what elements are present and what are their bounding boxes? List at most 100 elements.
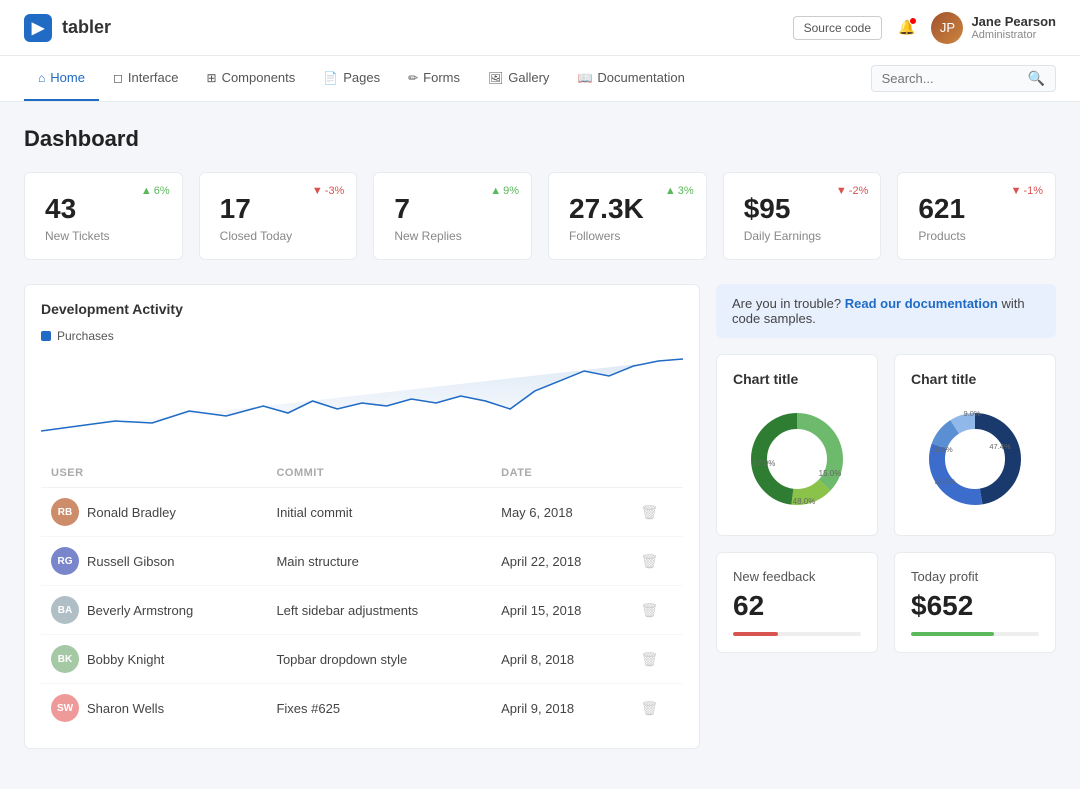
cell-user-1: RB Ronald Bradley bbox=[41, 488, 266, 537]
user-name-3: Beverly Armstrong bbox=[87, 603, 193, 618]
main-row: Development Activity Purchases bbox=[24, 284, 1056, 765]
stat-label-daily-earnings: Daily Earnings bbox=[744, 229, 861, 243]
delete-icon-2[interactable]: 🗑 bbox=[640, 553, 658, 569]
nav-label-pages: Pages bbox=[343, 70, 380, 85]
nav-left: ⌂ Home ◻Interface⊞Components 📄 Pages ✏Forms🖼G… bbox=[24, 56, 699, 101]
stat-card-daily-earnings: ▼ -2% $95 Daily Earnings bbox=[723, 172, 882, 260]
cell-user-5: SW Sharon Wells bbox=[41, 684, 266, 733]
stats-row: ▲ 6% 43 New Tickets ▼ -3% 17 Closed Toda… bbox=[24, 172, 1056, 260]
svg-text:47.4%: 47.4% bbox=[989, 442, 1011, 451]
cell-action-1: 🗑 bbox=[630, 488, 683, 537]
today-profit-progress-fill bbox=[911, 632, 994, 636]
col-user: USER bbox=[41, 459, 266, 488]
cell-date-5: April 9, 2018 bbox=[491, 684, 630, 733]
user-details: Jane Pearson Administrator bbox=[971, 14, 1056, 41]
user-cell-3: BA Beverly Armstrong bbox=[51, 596, 256, 624]
user-name-1: Ronald Bradley bbox=[87, 505, 176, 520]
avatar: JP bbox=[931, 12, 963, 44]
svg-text:37.0%: 37.0% bbox=[753, 459, 776, 468]
col-action bbox=[630, 459, 683, 488]
nav-icon-documentation: 📖 bbox=[577, 71, 592, 85]
nav-item-interface[interactable]: ◻Interface bbox=[99, 56, 193, 101]
stat-label-followers: Followers bbox=[569, 229, 686, 243]
cell-date-1: May 6, 2018 bbox=[491, 488, 630, 537]
page-title: Dashboard bbox=[24, 126, 1056, 152]
nav-label-gallery: Gallery bbox=[508, 70, 549, 85]
today-profit-card: Today profit $652 bbox=[894, 552, 1056, 653]
nav-item-home[interactable]: ⌂ Home bbox=[24, 56, 99, 101]
stat-arrow-products: ▼ bbox=[1011, 185, 1022, 197]
cell-user-4: BK Bobby Knight bbox=[41, 635, 266, 684]
delete-icon-4[interactable]: 🗑 bbox=[640, 651, 658, 667]
stat-badge-new-replies: ▲ 9% bbox=[490, 185, 519, 197]
nav-label-home: Home bbox=[50, 70, 85, 85]
stat-label-new-replies: New Replies bbox=[394, 229, 511, 243]
svg-text:9.0%: 9.0% bbox=[963, 409, 980, 418]
nav-item-documentation[interactable]: 📖 Documentation bbox=[563, 56, 698, 101]
chart-legend: Purchases bbox=[41, 329, 683, 343]
delete-icon-1[interactable]: 🗑 bbox=[640, 504, 658, 520]
stat-badge-products: ▼ -1% bbox=[1011, 185, 1043, 197]
col-commit: COMMIT bbox=[266, 459, 491, 488]
new-feedback-progress-bar bbox=[733, 632, 861, 636]
nav-label-documentation: Documentation bbox=[597, 70, 684, 85]
nav-icon-pages: 📄 bbox=[323, 71, 338, 85]
stat-label-products: Products bbox=[918, 229, 1035, 243]
stat-badge-closed-today: ▼ -3% bbox=[312, 185, 344, 197]
user-name: Jane Pearson bbox=[971, 14, 1056, 29]
search-input[interactable] bbox=[882, 71, 1022, 86]
legend-label: Purchases bbox=[57, 329, 114, 343]
table-row: BA Beverly Armstrong Left sidebar adjust… bbox=[41, 586, 683, 635]
legend-dot bbox=[41, 331, 51, 341]
user-avatar-4: BK bbox=[51, 645, 79, 673]
content: Dashboard ▲ 6% 43 New Tickets ▼ -3% 17 C… bbox=[0, 102, 1080, 789]
header-left: ▶ tabler bbox=[24, 14, 111, 42]
nav-label-components: Components bbox=[222, 70, 296, 85]
nav-item-components[interactable]: ⊞Components bbox=[193, 56, 310, 101]
stat-badge-value-products: -1% bbox=[1023, 185, 1043, 197]
stat-card-new-replies: ▲ 9% 7 New Replies bbox=[373, 172, 532, 260]
search-icon: 🔍 bbox=[1028, 70, 1045, 87]
source-code-button[interactable]: Source code bbox=[793, 16, 882, 40]
nav-icon-home: ⌂ bbox=[38, 71, 45, 85]
nav: ⌂ Home ◻Interface⊞Components 📄 Pages ✏Forms🖼G… bbox=[0, 56, 1080, 102]
user-name-4: Bobby Knight bbox=[87, 652, 164, 667]
stat-label-closed-today: Closed Today bbox=[220, 229, 337, 243]
stat-card-closed-today: ▼ -3% 17 Closed Today bbox=[199, 172, 358, 260]
nav-item-forms[interactable]: ✏Forms bbox=[394, 56, 474, 101]
table-row: RG Russell Gibson Main structure April 2… bbox=[41, 537, 683, 586]
delete-icon-5[interactable]: 🗑 bbox=[640, 700, 658, 716]
nav-item-gallery[interactable]: 🖼Gallery bbox=[474, 56, 563, 101]
cell-commit-3: Left sidebar adjustments bbox=[266, 586, 491, 635]
delete-icon-3[interactable]: 🗑 bbox=[640, 602, 658, 618]
logo-icon: ▶ bbox=[24, 14, 52, 42]
chart-left-title: Chart title bbox=[733, 371, 861, 387]
user-name-2: Russell Gibson bbox=[87, 554, 174, 569]
chart-card-left: Chart title 37.0% bbox=[716, 354, 878, 536]
nav-icon-forms: ✏ bbox=[408, 71, 418, 85]
today-profit-label: Today profit bbox=[911, 569, 1039, 584]
user-cell-4: BK Bobby Knight bbox=[51, 645, 256, 673]
nav-item-pages[interactable]: 📄 Pages bbox=[309, 56, 394, 101]
cell-date-4: April 8, 2018 bbox=[491, 635, 630, 684]
svg-text:48.0%: 48.0% bbox=[793, 497, 816, 506]
stat-number-daily-earnings: $95 bbox=[744, 193, 861, 225]
new-feedback-card: New feedback 62 bbox=[716, 552, 878, 653]
cell-commit-1: Initial commit bbox=[266, 488, 491, 537]
svg-text:10.5%: 10.5% bbox=[931, 445, 953, 454]
stat-number-closed-today: 17 bbox=[220, 193, 337, 225]
user-info[interactable]: JP Jane Pearson Administrator bbox=[931, 12, 1056, 44]
dev-activity-card: Development Activity Purchases bbox=[24, 284, 700, 749]
alert-link[interactable]: Read our documentation bbox=[845, 296, 998, 311]
cell-action-3: 🗑 bbox=[630, 586, 683, 635]
stat-badge-new-tickets: ▲ 6% bbox=[141, 185, 170, 197]
table-row: RB Ronald Bradley Initial commit May 6, … bbox=[41, 488, 683, 537]
cell-commit-5: Fixes #625 bbox=[266, 684, 491, 733]
activity-table: USER COMMIT DATE RB Ronald Bradley Initi… bbox=[41, 459, 683, 732]
notification-icon[interactable]: 🔔 bbox=[898, 19, 915, 36]
stat-badge-followers: ▲ 3% bbox=[665, 185, 694, 197]
user-cell-5: SW Sharon Wells bbox=[51, 694, 256, 722]
table-row: BK Bobby Knight Topbar dropdown style Ap… bbox=[41, 635, 683, 684]
left-panel: Development Activity Purchases bbox=[24, 284, 700, 765]
new-feedback-label: New feedback bbox=[733, 569, 861, 584]
